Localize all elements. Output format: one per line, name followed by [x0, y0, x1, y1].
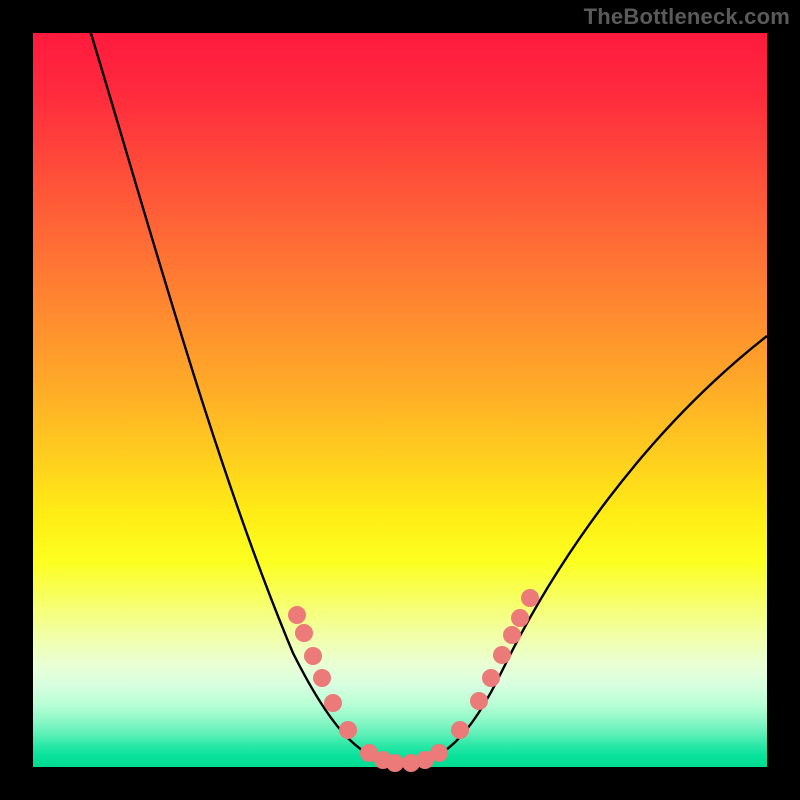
plot-area [33, 33, 767, 767]
curve-marker [511, 609, 529, 627]
curve-marker [304, 647, 322, 665]
curve-marker [386, 754, 404, 772]
curve-marker [470, 692, 488, 710]
curve-marker [324, 694, 342, 712]
curve-marker [339, 721, 357, 739]
curve-marker [521, 589, 539, 607]
curve-marker [482, 669, 500, 687]
curve-marker [313, 669, 331, 687]
curve-marker [288, 606, 306, 624]
watermark-label: TheBottleneck.com [584, 4, 790, 30]
bottleneck-curve [89, 27, 767, 764]
curve-marker [451, 721, 469, 739]
curve-marker [295, 624, 313, 642]
curve-marker [493, 646, 511, 664]
curve-markers [288, 589, 539, 772]
curve-marker [430, 744, 448, 762]
curve-marker [503, 626, 521, 644]
chart-frame: TheBottleneck.com [0, 0, 800, 800]
curve-overlay [33, 33, 767, 767]
